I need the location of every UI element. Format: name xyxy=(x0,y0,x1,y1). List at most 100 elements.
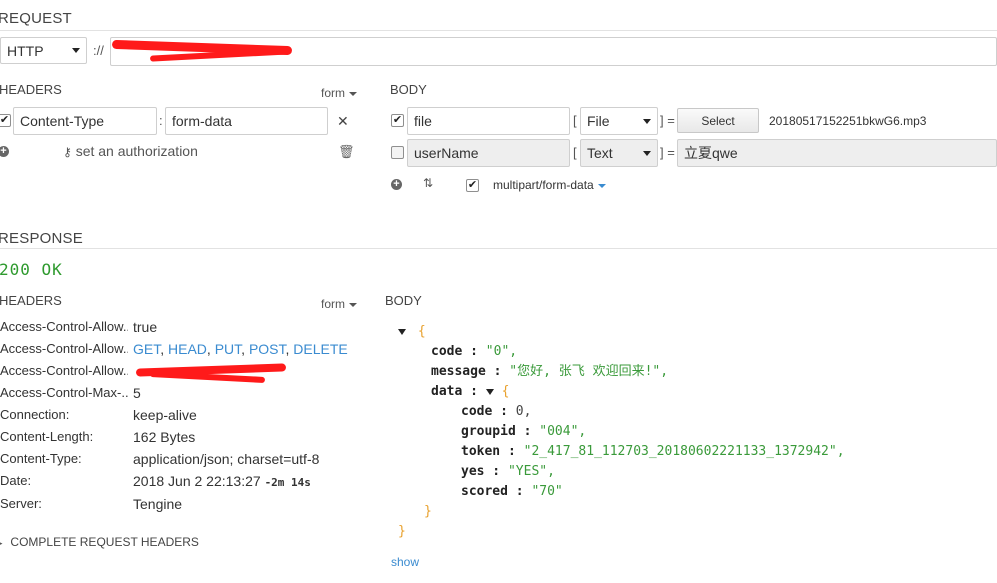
json-line-groupid: groupid : "004", xyxy=(398,422,997,442)
method-link[interactable]: POST xyxy=(249,341,286,357)
request-headers-title: HEADERS xyxy=(0,82,62,97)
header-value-input[interactable]: form-data xyxy=(165,107,328,135)
json-string: "70" xyxy=(531,484,563,499)
collapse-toggle-icon[interactable] xyxy=(485,388,494,395)
chevron-down-icon xyxy=(643,150,651,156)
json-line-token: token : "2_417_81_112703_20180602221133_… xyxy=(398,442,997,462)
header-value: application/json; charset=utf-8 xyxy=(133,451,320,467)
json-viewer: { code : "0", message : "您好, 张飞 欢迎回来!", … xyxy=(398,322,997,547)
json-line-data-close: } xyxy=(398,502,997,522)
json-key: code : xyxy=(461,404,508,419)
response-headers-list: Access-Control-Allow... true Access-Cont… xyxy=(0,319,380,519)
request-divider xyxy=(0,30,997,31)
add-header-icon[interactable]: + xyxy=(0,146,9,157)
json-key: data : xyxy=(431,384,478,399)
status-code: 200 OK xyxy=(0,260,63,279)
json-line-scored: scored : "70" xyxy=(398,482,997,502)
json-line-root-close: } xyxy=(398,522,997,542)
request-body-title: BODY xyxy=(390,82,427,97)
complete-request-headers-toggle[interactable]: ▸ COMPLETE REQUEST HEADERS xyxy=(0,533,199,549)
header-name: Access-Control-Allow... xyxy=(0,363,128,378)
header-name: Server: xyxy=(0,496,42,511)
json-line-data: data : { xyxy=(398,382,997,402)
json-string: "您好, 张飞 欢迎回来!", xyxy=(509,364,669,379)
json-string: "YES", xyxy=(507,464,555,479)
json-key: scored : xyxy=(461,484,524,499)
add-body-field-icon[interactable]: + xyxy=(391,179,402,190)
method-link[interactable]: HEAD xyxy=(168,341,207,357)
json-key: yes : xyxy=(461,464,501,479)
json-number: 0, xyxy=(515,404,532,419)
json-line-message: message : "您好, 张飞 欢迎回来!", xyxy=(398,362,997,382)
response-body-title: BODY xyxy=(385,293,422,308)
method-link[interactable]: GET xyxy=(133,341,160,357)
encoding-dropdown[interactable]: multipart/form-data xyxy=(493,178,606,192)
protocol-value: HTTP xyxy=(7,42,44,59)
multipart-checkbox[interactable]: ✔ xyxy=(466,179,479,192)
json-line-yes: yes : "YES", xyxy=(398,462,997,482)
sort-icon[interactable]: ⇅ xyxy=(423,176,433,190)
collapse-toggle-icon[interactable] xyxy=(398,328,406,335)
body-type-value-2: Text xyxy=(587,145,613,161)
protocol-select[interactable]: HTTP xyxy=(0,37,87,64)
json-line-code: code : "0", xyxy=(398,342,997,362)
json-key: token : xyxy=(461,444,516,459)
caret-down-icon xyxy=(597,183,606,188)
json-line-data-code: code : 0, xyxy=(398,402,997,422)
response-headers-mode-dropdown[interactable]: form xyxy=(321,297,357,311)
request-headers-mode-dropdown[interactable]: form xyxy=(321,86,357,100)
remove-header-icon[interactable]: ✕ xyxy=(337,114,349,128)
selected-filename: 20180517152251bkwG6.mp3 xyxy=(769,114,927,128)
header-name-input[interactable]: Content-Type xyxy=(13,107,157,135)
method-link[interactable]: PUT xyxy=(215,341,241,357)
caret-down-icon xyxy=(349,91,357,96)
method-link[interactable]: DELETE xyxy=(293,341,347,357)
body-type-select[interactable]: File xyxy=(580,107,658,135)
response-headers-mode-label: form xyxy=(321,297,345,311)
header-row-checkbox[interactable]: ✔ xyxy=(0,114,11,127)
json-open-brace: { xyxy=(501,384,510,399)
chevron-down-icon xyxy=(643,118,651,124)
select-file-button[interactable]: Select xyxy=(677,108,759,133)
show-link[interactable]: show xyxy=(391,555,419,569)
bracket-equals: ] = xyxy=(660,113,675,128)
bracket-open: [ xyxy=(573,113,577,128)
body-value-input[interactable]: 立夏qwe xyxy=(677,139,997,167)
header-value: Tengine xyxy=(133,496,183,512)
body-field-name-input-2[interactable]: userName xyxy=(407,139,570,167)
header-name: Content-Type: xyxy=(0,451,82,466)
body-field-name-input[interactable]: file xyxy=(407,107,570,135)
body-field-name-value: file xyxy=(414,113,432,129)
json-open-brace: { xyxy=(417,324,426,339)
header-name: Access-Control-Allow... xyxy=(0,341,128,356)
body-type-select-2[interactable]: Text xyxy=(580,139,658,167)
set-authorization-link[interactable]: ⚷ set an authorization xyxy=(63,143,198,159)
chevron-down-icon xyxy=(72,48,80,53)
relative-time: -2m 14s xyxy=(264,476,311,489)
body-field-name-value-2: userName xyxy=(414,145,479,161)
header-value: true xyxy=(133,319,158,335)
header-value: 5 xyxy=(133,385,141,401)
header-name: Date: xyxy=(0,473,32,488)
key-icon: ⚷ xyxy=(63,145,72,159)
body-type-value: File xyxy=(587,113,610,129)
header-value: 2018 Jun 2 22:13:27 xyxy=(133,473,261,489)
header-name: Content-Length: xyxy=(0,429,94,444)
json-root-line: { xyxy=(398,322,997,342)
bracket-equals-2: ] = xyxy=(660,145,675,160)
request-section-title: REQUEST xyxy=(0,10,72,27)
header-name: Access-Control-Max-... xyxy=(0,385,128,400)
header-name-value: Content-Type xyxy=(20,113,105,129)
complete-request-headers-label: COMPLETE REQUEST HEADERS xyxy=(10,535,199,549)
header-name: Access-Control-Allow... xyxy=(0,319,128,334)
select-file-label: Select xyxy=(701,113,735,128)
json-key: groupid : xyxy=(461,424,532,439)
body-row-file-checkbox[interactable]: ✔ xyxy=(391,114,404,127)
trash-icon[interactable]: 🗑 xyxy=(338,145,355,158)
allowed-methods: GET, HEAD, PUT, POST, DELETE xyxy=(133,341,348,357)
header-name: Connection: xyxy=(0,407,70,422)
request-headers-mode-label: form xyxy=(321,86,345,100)
body-row-username-checkbox[interactable] xyxy=(391,146,404,159)
json-key: message : xyxy=(431,364,502,379)
json-string: "004", xyxy=(539,424,587,439)
